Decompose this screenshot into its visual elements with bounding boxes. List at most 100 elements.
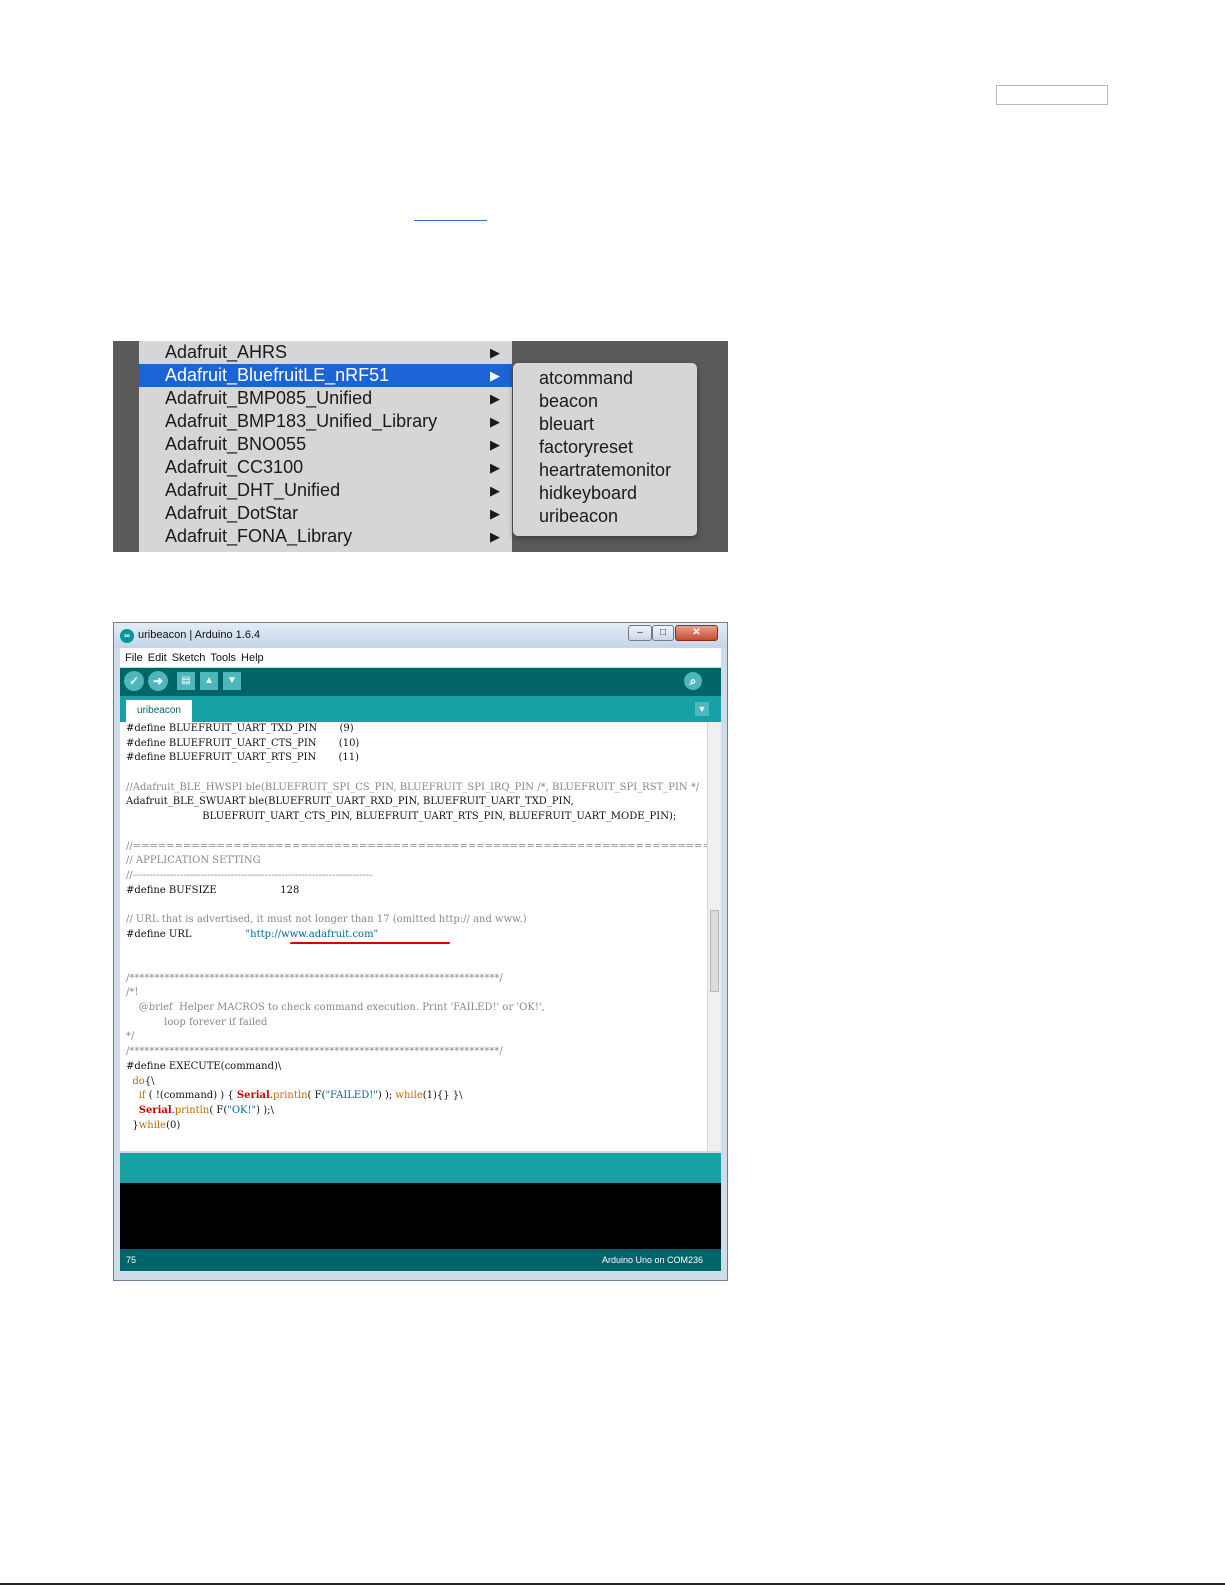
- url-string: "http://www.adafruit.com": [245, 928, 379, 940]
- menu-item-label: Adafruit_DHT_Unified: [165, 480, 341, 500]
- menu-item-label: Adafruit_BluefruitLE_nRF51: [165, 365, 390, 385]
- submenu-item-uribeacon[interactable]: uribeacon: [539, 505, 618, 528]
- save-sketch-icon[interactable]: ▼: [223, 672, 241, 690]
- text-input-box[interactable]: [996, 85, 1108, 105]
- toolbar: ✓ ➜ ▤ ▲ ▼ ⌕: [120, 668, 721, 696]
- status-bar: [120, 1153, 721, 1183]
- menu-item-adafruit-bmp085-unified[interactable]: Adafruit_BMP085_Unified ▶: [139, 387, 512, 410]
- code-line: if ( !(command) ) { Serial.println( F("F…: [126, 1089, 708, 1104]
- maximize-button[interactable]: □: [652, 625, 674, 641]
- code-editor[interactable]: #define BLUEFRUIT_UART_TXD_PIN (9) #defi…: [120, 722, 721, 1151]
- arduino-logo-icon: ∞: [120, 629, 134, 643]
- code-token: }: [126, 1119, 139, 1131]
- menu-item-label: Adafruit_AHRS: [165, 342, 288, 362]
- console-output[interactable]: [120, 1183, 721, 1249]
- code-token: (1){} }\: [422, 1090, 463, 1102]
- upload-icon[interactable]: ➜: [148, 671, 168, 691]
- link-underline[interactable]: [414, 220, 487, 221]
- library-menu-screenshot: Adafruit_AHRS ▶ Adafruit_BluefruitLE_nRF5…: [113, 341, 728, 552]
- menu-item-adafruit-cc3100[interactable]: Adafruit_CC3100 ▶: [139, 456, 512, 479]
- examples-menu: Adafruit_AHRS ▶ Adafruit_BluefruitLE_nRF5…: [139, 341, 512, 552]
- code-token: #define URL: [126, 928, 246, 940]
- code-line: Serial.println( F("OK!") );\: [126, 1104, 708, 1119]
- menu-edit[interactable]: Edit: [148, 649, 167, 668]
- menu-bar: File Edit Sketch Tools Help: [120, 648, 721, 668]
- code-token: ) );\: [256, 1104, 274, 1116]
- arduino-ide-window: ∞ uribeacon | Arduino 1.6.4 ‒ □ ✕ File Ed…: [113, 622, 728, 1281]
- minimize-button[interactable]: ‒: [628, 625, 652, 641]
- url-highlight-underline: [290, 942, 450, 944]
- menu-item-label: Adafruit_BMP085_Unified: [165, 388, 373, 408]
- line-number: 75: [126, 1255, 137, 1265]
- menu-item-label: Adafruit_BNO055: [165, 434, 307, 454]
- code-keyword: Serial: [236, 1090, 270, 1102]
- menu-item-label: Adafruit_BMP183_Unified_Library: [165, 411, 438, 431]
- code-token: {\: [144, 1075, 155, 1087]
- open-sketch-icon[interactable]: ▲: [200, 672, 218, 690]
- vertical-scrollbar[interactable]: [707, 722, 721, 1151]
- submenu-arrow-icon: ▶: [490, 414, 500, 429]
- code-line: #define BLUEFRUIT_UART_RTS_PIN (11): [126, 752, 360, 764]
- vertical-scroll-thumb[interactable]: [710, 910, 719, 992]
- submenu-arrow-icon: ▶: [490, 391, 500, 406]
- code-line: Adafruit_BLE_SWUART ble(BLUEFRUIT_UART_R…: [126, 796, 574, 808]
- submenu-item-atcommand[interactable]: atcommand: [539, 367, 633, 390]
- submenu-arrow-icon: ▶: [490, 437, 500, 452]
- new-sketch-icon[interactable]: ▤: [177, 672, 195, 690]
- code-line: //Adafruit_BLE_HWSPI ble(BLUEFRUIT_SPI_C…: [126, 781, 700, 793]
- menu-item-adafruit-bluefruitle-nrf51[interactable]: Adafruit_BluefruitLE_nRF51 ▶: [139, 364, 512, 387]
- code-line: #define EXECUTE(command)\: [126, 1060, 282, 1072]
- submenu-item-factoryreset[interactable]: factoryreset: [539, 436, 633, 459]
- submenu-item-bleuart[interactable]: bleuart: [539, 413, 594, 436]
- menu-item-label: Adafruit_CC3100: [165, 457, 304, 477]
- window-title: uribeacon | Arduino 1.6.4: [138, 629, 261, 641]
- code-line: }while(0): [126, 1119, 708, 1134]
- close-button[interactable]: ✕: [675, 625, 718, 641]
- menu-item-label: Adafruit_FONA_Library: [165, 526, 353, 546]
- submenu-arrow-icon: ▶: [490, 506, 500, 521]
- submenu-item-beacon[interactable]: beacon: [539, 390, 598, 413]
- code-line: */: [126, 1031, 135, 1043]
- code-line: @brief Helper MACROS to check command ex…: [126, 1002, 545, 1014]
- code-line: #define BLUEFRUIT_UART_TXD_PIN (9): [126, 723, 354, 734]
- serial-monitor-icon[interactable]: ⌕: [684, 672, 702, 690]
- code-string: "OK!": [227, 1104, 257, 1116]
- submenu-item-hidkeyboard[interactable]: hidkeyboard: [539, 482, 637, 505]
- menu-item-adafruit-bmp183[interactable]: Adafruit_BMP183_Unified_Library ▶: [139, 410, 512, 433]
- menu-item-adafruit-bno055[interactable]: Adafruit_BNO055 ▶: [139, 433, 512, 456]
- menu-file[interactable]: File: [125, 649, 143, 668]
- verify-icon[interactable]: ✓: [124, 671, 144, 691]
- code-keyword: if: [138, 1090, 146, 1102]
- code-line: loop forever if failed: [126, 1016, 268, 1028]
- code-token: ) );: [377, 1090, 396, 1102]
- tab-uribeacon[interactable]: uribeacon: [126, 700, 192, 722]
- code-line: // APPLICATION SETTING: [126, 855, 261, 867]
- menu-tools[interactable]: Tools: [210, 649, 236, 668]
- tab-menu-chevron-down-icon[interactable]: ▼: [695, 702, 709, 716]
- footer-bar: 75 Arduino Uno on COM236: [120, 1249, 721, 1271]
- menu-help[interactable]: Help: [241, 649, 264, 668]
- menu-item-adafruit-dht-unified[interactable]: Adafruit_DHT_Unified ▶: [139, 479, 512, 502]
- code-line: //--------------------------------------…: [126, 869, 373, 881]
- examples-submenu: atcommand beacon bleuart factoryreset he…: [513, 363, 697, 536]
- code-keyword: println: [273, 1090, 308, 1102]
- submenu-arrow-icon: ▶: [490, 368, 500, 383]
- code-keyword: do: [132, 1075, 145, 1087]
- menu-item-adafruit-ahrs[interactable]: Adafruit_AHRS ▶: [139, 341, 512, 364]
- code-keyword: while: [138, 1119, 167, 1131]
- code-line: do{\: [126, 1075, 708, 1090]
- code-token: (0): [166, 1119, 181, 1131]
- code-line: /***************************************…: [126, 972, 503, 984]
- code-line: // URL that is advertised, it must not l…: [126, 913, 527, 925]
- submenu-item-heartratemonitor[interactable]: heartratemonitor: [539, 459, 671, 482]
- menu-item-adafruit-dotstar[interactable]: Adafruit_DotStar ▶: [139, 502, 512, 525]
- menu-sketch[interactable]: Sketch: [172, 649, 206, 668]
- code-line: #define URL "http://www.adafruit.com": [126, 928, 708, 943]
- code-token: ( F(: [307, 1090, 326, 1102]
- menu-item-adafruit-fona-library[interactable]: Adafruit_FONA_Library ▶: [139, 525, 512, 548]
